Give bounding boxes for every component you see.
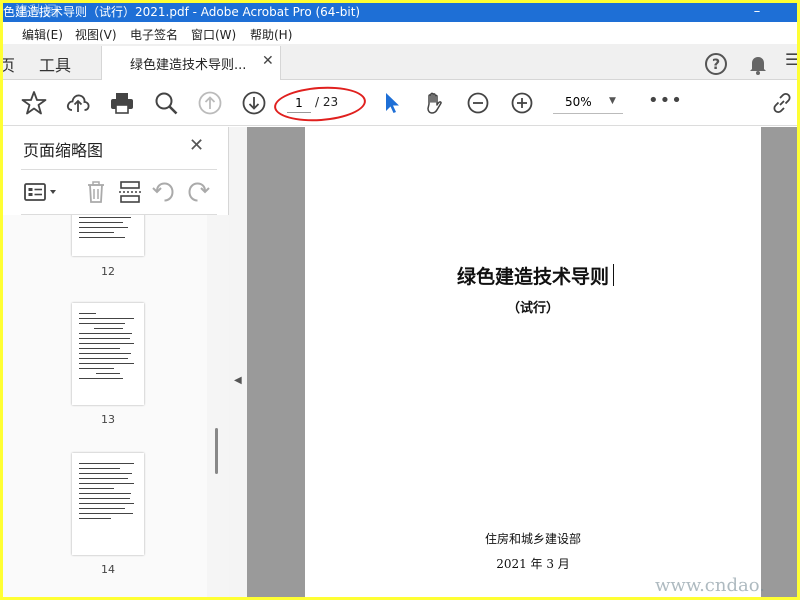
zoom-value: 50% bbox=[565, 95, 592, 109]
document-viewer[interactable]: 绿色建造技术导则 （试行） 住房和城乡建设部 2021 年 3 月 www.cn… bbox=[247, 127, 797, 597]
title-bar: 色建造技术导则（试行）2021.pdf - Adobe Acrobat Pro … bbox=[3, 3, 797, 22]
toolbar: / 23 50% ▼ ••• bbox=[3, 80, 797, 126]
arrow-down-circle-icon[interactable] bbox=[241, 90, 267, 116]
thumbnail-options-icon[interactable] bbox=[23, 179, 63, 205]
minus-circle-icon[interactable] bbox=[465, 90, 491, 116]
document-title: 绿色建造技术导则 bbox=[456, 266, 609, 288]
plus-circle-icon[interactable] bbox=[509, 90, 535, 116]
document-date: 2021 年 3 月 bbox=[496, 557, 570, 571]
page-thumbnail[interactable] bbox=[72, 303, 144, 405]
zoom-icon[interactable] bbox=[153, 90, 179, 116]
divider bbox=[21, 169, 217, 170]
close-icon[interactable]: ✕ bbox=[262, 53, 274, 69]
star-icon[interactable] bbox=[21, 90, 47, 116]
printer-icon[interactable] bbox=[109, 90, 135, 116]
thumbnail-scrollbar[interactable] bbox=[207, 215, 229, 597]
tab-document-label: 绿色建造技术导则... bbox=[130, 58, 247, 73]
tab-home[interactable]: 页 bbox=[3, 52, 15, 76]
site-watermark: www.cndao. bbox=[655, 575, 765, 596]
tab-tools[interactable]: 工具 bbox=[39, 52, 71, 76]
tab-bar: 页 工具 绿色建造技术导则... ✕ ? ☰ bbox=[3, 44, 797, 80]
page-thumbnail[interactable] bbox=[72, 453, 144, 555]
menu-edit[interactable]: 编辑(E) bbox=[22, 26, 63, 43]
document-subtitle: （试行） bbox=[506, 301, 559, 316]
tab-document[interactable]: 绿色建造技术导则... ✕ bbox=[101, 46, 281, 80]
thumbnail-label: 12 bbox=[101, 265, 115, 278]
scrollbar-thumb[interactable] bbox=[215, 428, 218, 474]
hand-icon[interactable] bbox=[421, 90, 447, 116]
page-thumbnail[interactable] bbox=[72, 215, 144, 256]
document-page[interactable]: 绿色建造技术导则 （试行） 住房和城乡建设部 2021 年 3 月 bbox=[305, 127, 761, 597]
zoom-select[interactable]: 50% ▼ bbox=[553, 92, 623, 114]
panel-toolbar bbox=[3, 173, 229, 213]
watermark-logo: 洛秋阁 bbox=[15, 4, 57, 20]
document-organization: 住房和城乡建设部 bbox=[484, 532, 581, 546]
menu-esign[interactable]: 电子签名 bbox=[130, 26, 178, 43]
app-window: 色建造技术导则（试行）2021.pdf - Adobe Acrobat Pro … bbox=[3, 3, 797, 597]
page-thumbnails-panel: 页面缩略图 ✕ 12 13 14 bbox=[3, 127, 229, 597]
insert-page-icon[interactable] bbox=[117, 179, 143, 205]
text-caret bbox=[613, 264, 614, 286]
pointer-icon[interactable] bbox=[379, 90, 405, 116]
arrow-up-circle-icon[interactable] bbox=[197, 90, 223, 116]
viewer-margin bbox=[761, 127, 797, 597]
menu-window[interactable]: 窗口(W) bbox=[191, 26, 236, 43]
thumbnail-list: 12 13 14 bbox=[3, 215, 207, 597]
thumbnail-label: 13 bbox=[101, 413, 115, 426]
collapse-arrow-icon[interactable]: ◀ bbox=[234, 375, 242, 386]
menu-bar: 编辑(E) 视图(V) 电子签名 窗口(W) 帮助(H) bbox=[3, 22, 797, 44]
help-icon[interactable]: ? bbox=[704, 52, 728, 76]
sign-in-icon[interactable]: ☰ bbox=[785, 50, 797, 69]
annotation-ellipse bbox=[272, 83, 368, 125]
bell-icon[interactable] bbox=[746, 52, 770, 76]
share-link-icon[interactable] bbox=[769, 90, 795, 116]
panel-title: 页面缩略图 bbox=[23, 141, 104, 160]
more-tools-icon[interactable]: ••• bbox=[648, 90, 683, 111]
panel-collapse-strip[interactable]: ◀ bbox=[229, 127, 247, 597]
close-icon[interactable]: ✕ bbox=[189, 135, 204, 156]
minimize-icon[interactable]: – bbox=[743, 3, 771, 21]
trash-icon[interactable] bbox=[83, 179, 109, 205]
thumbnail-label: 14 bbox=[101, 563, 115, 576]
rotate-left-icon[interactable] bbox=[151, 179, 177, 205]
chevron-down-icon: ▼ bbox=[609, 96, 616, 106]
menu-help[interactable]: 帮助(H) bbox=[250, 26, 292, 43]
rotate-right-icon[interactable] bbox=[185, 179, 211, 205]
menu-view[interactable]: 视图(V) bbox=[75, 26, 117, 43]
cloud-upload-icon[interactable] bbox=[65, 90, 91, 116]
svg-text:?: ? bbox=[712, 57, 720, 73]
